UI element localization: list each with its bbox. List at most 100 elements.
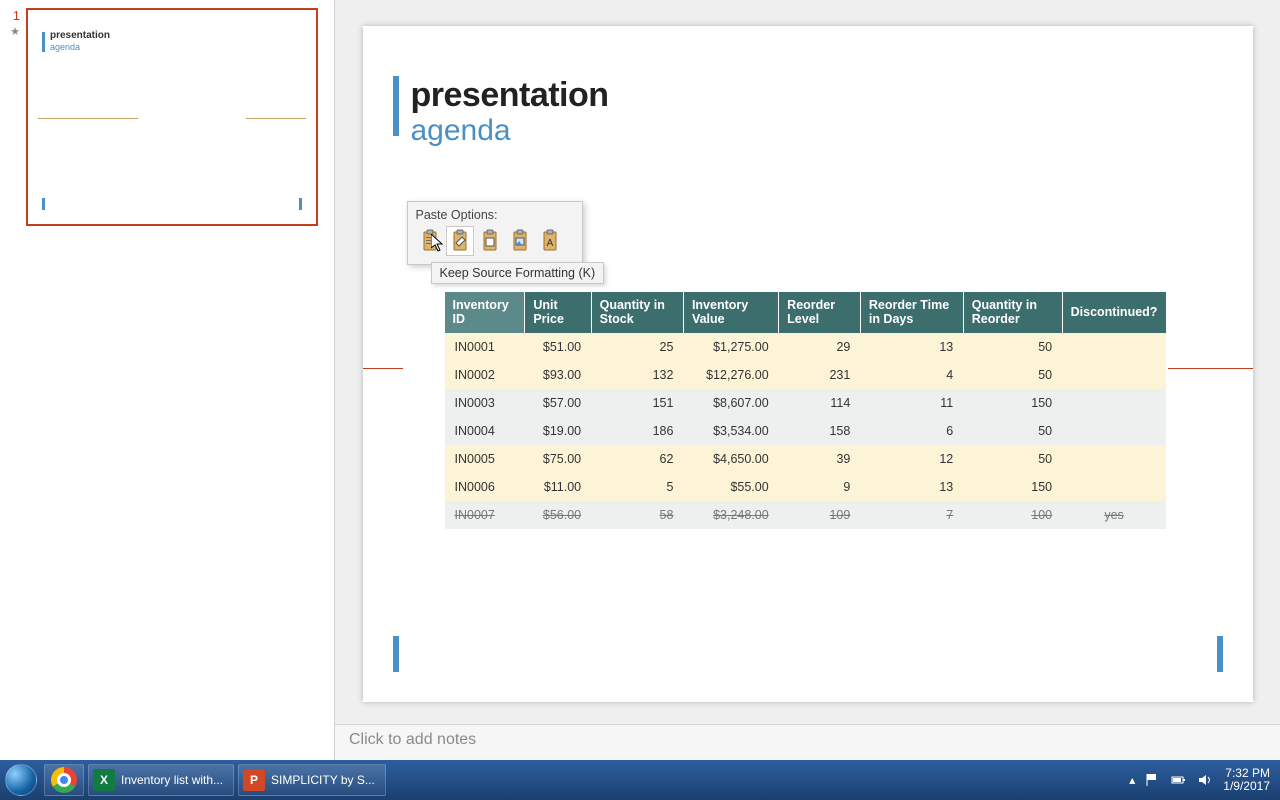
table-cell: 114 <box>779 389 861 417</box>
tray-volume-icon[interactable] <box>1197 772 1213 788</box>
slide-title[interactable]: presentation <box>411 76 609 115</box>
table-row[interactable]: IN0003$57.00151$8,607.0011411150 <box>445 389 1167 417</box>
table-cell: IN0006 <box>445 473 525 501</box>
table-cell: $4,650.00 <box>683 445 778 473</box>
table-header: Quantity in Reorder <box>963 292 1062 333</box>
tray-show-hidden-icon[interactable]: ▴ <box>1129 773 1135 787</box>
table-cell: 100 <box>963 501 1062 529</box>
table-cell: yes <box>1062 501 1166 529</box>
taskbar-excel-label: Inventory list with... <box>121 773 223 787</box>
windows-taskbar: X Inventory list with... P SIMPLICITY by… <box>0 760 1280 800</box>
table-cell: 109 <box>779 501 861 529</box>
table-cell: 50 <box>963 445 1062 473</box>
table-cell: $3,534.00 <box>683 417 778 445</box>
taskbar-powerpoint-button[interactable]: P SIMPLICITY by S... <box>238 764 386 796</box>
table-cell: 158 <box>779 417 861 445</box>
table-cell: 4 <box>860 361 963 389</box>
slide-canvas[interactable]: presentation agenda Paste Options: <box>363 26 1253 702</box>
thumb-subtitle: agenda <box>50 42 80 52</box>
table-cell: $11.00 <box>525 473 591 501</box>
table-cell: 7 <box>860 501 963 529</box>
slide-subtitle[interactable]: agenda <box>411 114 511 148</box>
slide-thumbnail-panel: 1 ★ presentation agenda <box>0 0 335 760</box>
table-cell: 151 <box>591 389 683 417</box>
table-cell: 11 <box>860 389 963 417</box>
table-cell: 13 <box>860 473 963 501</box>
thumb-title: presentation <box>50 30 110 41</box>
table-cell: $19.00 <box>525 417 591 445</box>
tray-flag-icon[interactable] <box>1145 772 1161 788</box>
paste-text-only-button[interactable]: A <box>536 226 564 256</box>
taskbar-chrome-button[interactable] <box>44 764 84 796</box>
table-cell <box>1062 389 1166 417</box>
table-cell <box>1062 417 1166 445</box>
table-cell: 13 <box>860 333 963 361</box>
table-cell: $57.00 <box>525 389 591 417</box>
table-cell: IN0004 <box>445 417 525 445</box>
paste-options-popup: Paste Options: <box>407 201 583 265</box>
taskbar-excel-button[interactable]: X Inventory list with... <box>88 764 234 796</box>
title-accent-bar <box>393 76 399 136</box>
table-cell: $56.00 <box>525 501 591 529</box>
paste-use-destination-theme-button[interactable] <box>416 226 444 256</box>
table-cell: 39 <box>779 445 861 473</box>
table-cell: $1,275.00 <box>683 333 778 361</box>
table-cell: IN0001 <box>445 333 525 361</box>
table-row[interactable]: IN0007$56.0058$3,248.001097100yes <box>445 501 1167 529</box>
table-cell: 58 <box>591 501 683 529</box>
table-cell: 50 <box>963 361 1062 389</box>
animation-indicator-icon: ★ <box>10 25 20 38</box>
table-cell: 9 <box>779 473 861 501</box>
paste-embed-button[interactable] <box>476 226 504 256</box>
slide-thumbnail-1[interactable]: presentation agenda <box>26 8 318 226</box>
paste-option-tooltip: Keep Source Formatting (K) <box>431 262 605 284</box>
inventory-table[interactable]: Inventory IDUnit PriceQuantity in StockI… <box>445 292 1167 529</box>
svg-text:A: A <box>546 238 553 249</box>
notes-pane[interactable]: Click to add notes <box>335 724 1280 760</box>
table-cell: 231 <box>779 361 861 389</box>
table-cell: 50 <box>963 333 1062 361</box>
table-row[interactable]: IN0002$93.00132$12,276.00231450 <box>445 361 1167 389</box>
table-cell: 150 <box>963 473 1062 501</box>
table-header: Quantity in Stock <box>591 292 683 333</box>
table-cell: 150 <box>963 389 1062 417</box>
table-cell: $75.00 <box>525 445 591 473</box>
table-row[interactable]: IN0006$11.005$55.00913150 <box>445 473 1167 501</box>
paste-picture-button[interactable] <box>506 226 534 256</box>
table-header: Unit Price <box>525 292 591 333</box>
table-cell: $55.00 <box>683 473 778 501</box>
table-cell: 12 <box>860 445 963 473</box>
table-header: Inventory ID <box>445 292 525 333</box>
table-cell: 186 <box>591 417 683 445</box>
table-cell <box>1062 361 1166 389</box>
table-row[interactable]: IN0005$75.0062$4,650.00391250 <box>445 445 1167 473</box>
table-header: Reorder Level <box>779 292 861 333</box>
excel-icon: X <box>93 769 115 791</box>
table-row[interactable]: IN0001$51.0025$1,275.00291350 <box>445 333 1167 361</box>
slide-number: 1 <box>6 8 20 23</box>
table-cell: 62 <box>591 445 683 473</box>
system-tray: ▴ 7:32 PM 1/9/2017 <box>1129 767 1280 793</box>
chrome-icon <box>51 767 77 793</box>
taskbar-powerpoint-label: SIMPLICITY by S... <box>271 773 375 787</box>
powerpoint-icon: P <box>243 769 265 791</box>
table-cell: 5 <box>591 473 683 501</box>
workspace: 1 ★ presentation agenda presentation age… <box>0 0 1280 760</box>
clock-date: 1/9/2017 <box>1223 780 1270 793</box>
table-cell: $51.00 <box>525 333 591 361</box>
tray-battery-icon[interactable] <box>1171 772 1187 788</box>
table-cell <box>1062 473 1166 501</box>
table-cell: $3,248.00 <box>683 501 778 529</box>
start-button[interactable] <box>0 760 42 800</box>
table-cell: 25 <box>591 333 683 361</box>
slide-area: presentation agenda Paste Options: <box>335 0 1280 760</box>
table-cell: $8,607.00 <box>683 389 778 417</box>
taskbar-clock[interactable]: 7:32 PM 1/9/2017 <box>1223 767 1270 793</box>
table-header: Discontinued? <box>1062 292 1166 333</box>
table-cell: 132 <box>591 361 683 389</box>
table-row[interactable]: IN0004$19.00186$3,534.00158650 <box>445 417 1167 445</box>
paste-keep-source-formatting-button[interactable] <box>446 226 474 256</box>
table-cell <box>1062 445 1166 473</box>
table-cell: 50 <box>963 417 1062 445</box>
table-header: Inventory Value <box>683 292 778 333</box>
